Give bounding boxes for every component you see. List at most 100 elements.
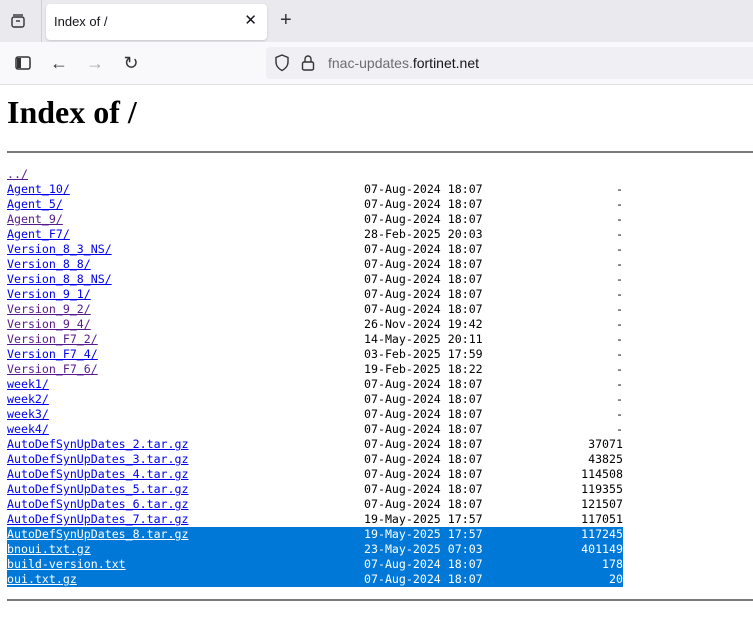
file-link[interactable]: build-version.txt xyxy=(7,557,126,572)
file-link[interactable]: AutoDefSynUpDates_2.tar.gz xyxy=(7,437,188,452)
list-item: AutoDefSynUpDates_5.tar.gz 07-Aug-2024 18… xyxy=(0,482,753,497)
divider xyxy=(7,599,753,601)
file-link[interactable]: Version_9_4/ xyxy=(7,317,91,332)
file-size: - xyxy=(616,272,623,286)
file-link[interactable]: week2/ xyxy=(7,392,49,407)
modified-date: 26-Nov-2024 19:42 xyxy=(364,317,483,331)
page-title: Index of / xyxy=(7,94,137,130)
list-item: week4/07-Aug-2024 18:07 - xyxy=(0,422,753,437)
file-size: 117051 xyxy=(581,512,623,526)
file-size: - xyxy=(616,317,623,331)
tab-active[interactable]: Index of / ✕ xyxy=(46,4,267,40)
list-item: Version_F7_6/19-Feb-2025 18:22 - xyxy=(0,362,753,377)
file-size: 119355 xyxy=(581,482,623,496)
modified-date: 07-Aug-2024 18:07 xyxy=(364,572,483,586)
new-tab-button[interactable]: + xyxy=(280,9,292,32)
file-size: - xyxy=(616,407,623,421)
sidebar-icon[interactable] xyxy=(11,51,35,75)
file-link[interactable]: Version_8_8_NS/ xyxy=(7,272,112,287)
file-link[interactable]: ../ xyxy=(7,167,28,182)
list-item: Agent_10/07-Aug-2024 18:07 - xyxy=(0,182,753,197)
modified-date: 07-Aug-2024 18:07 xyxy=(364,257,483,271)
file-link[interactable]: AutoDefSynUpDates_8.tar.gz xyxy=(7,527,188,542)
file-size: 121507 xyxy=(581,497,623,511)
file-size: - xyxy=(616,197,623,211)
list-item: build-version.txt 07-Aug-2024 18:07 178 xyxy=(0,557,753,572)
file-size: 401149 xyxy=(581,542,623,556)
file-link[interactable]: Agent_5/ xyxy=(7,197,63,212)
file-link[interactable]: Version_F7_6/ xyxy=(7,362,98,377)
file-size: 178 xyxy=(602,557,623,571)
file-size: - xyxy=(616,392,623,406)
tab-bar: Index of / ✕ + xyxy=(0,0,753,42)
reload-button[interactable]: ↻ xyxy=(119,51,143,75)
tab-list-icon[interactable] xyxy=(10,13,26,29)
list-item: Version_8_8/07-Aug-2024 18:07 - xyxy=(0,257,753,272)
file-size: 20 xyxy=(609,572,623,586)
list-item: ../ xyxy=(0,167,753,182)
modified-date: 19-May-2025 17:57 xyxy=(364,527,483,541)
file-size: - xyxy=(616,332,623,346)
file-link[interactable]: AutoDefSynUpDates_7.tar.gz xyxy=(7,512,188,527)
file-link[interactable]: oui.txt.gz xyxy=(7,572,77,587)
file-size: - xyxy=(616,347,623,361)
tab-title: Index of / xyxy=(54,14,108,29)
modified-date: 07-Aug-2024 18:07 xyxy=(364,557,483,571)
file-link[interactable]: Agent_F7/ xyxy=(7,227,70,242)
file-link[interactable]: AutoDefSynUpDates_5.tar.gz xyxy=(7,482,188,497)
list-item: oui.txt.gz 07-Aug-2024 18:07 20 xyxy=(0,572,753,587)
back-button[interactable]: ← xyxy=(47,51,71,75)
address-bar[interactable]: fnac-updates.fortinet.net xyxy=(266,47,753,79)
close-icon[interactable]: ✕ xyxy=(244,11,257,29)
shield-icon[interactable] xyxy=(274,54,290,77)
file-size: - xyxy=(616,257,623,271)
file-link[interactable]: Agent_10/ xyxy=(7,182,70,197)
file-size: 114508 xyxy=(581,467,623,481)
list-item: AutoDefSynUpDates_7.tar.gz 19-May-2025 17… xyxy=(0,512,753,527)
file-size: - xyxy=(616,422,623,436)
file-link[interactable]: AutoDefSynUpDates_4.tar.gz xyxy=(7,467,188,482)
modified-date: 23-May-2025 07:03 xyxy=(364,542,483,556)
file-link[interactable]: AutoDefSynUpDates_3.tar.gz xyxy=(7,452,188,467)
list-item: Version_8_8_NS/07-Aug-2024 18:07 - xyxy=(0,272,753,287)
file-link[interactable]: Version_F7_2/ xyxy=(7,332,98,347)
modified-date: 07-Aug-2024 18:07 xyxy=(364,242,483,256)
list-item: AutoDefSynUpDates_2.tar.gz 07-Aug-2024 18… xyxy=(0,437,753,452)
lock-icon[interactable] xyxy=(301,54,315,77)
modified-date: 07-Aug-2024 18:07 xyxy=(364,467,483,481)
list-item: Version_9_2/07-Aug-2024 18:07 - xyxy=(0,302,753,317)
file-size: - xyxy=(616,182,623,196)
modified-date: 07-Aug-2024 18:07 xyxy=(364,422,483,436)
file-link[interactable]: week3/ xyxy=(7,407,49,422)
file-link[interactable]: Version_8_8/ xyxy=(7,257,91,272)
file-link[interactable]: bnoui.txt.gz xyxy=(7,542,91,557)
file-size: - xyxy=(616,302,623,316)
file-size: - xyxy=(616,212,623,226)
file-link[interactable]: Version_9_1/ xyxy=(7,287,91,302)
modified-date: 07-Aug-2024 18:07 xyxy=(364,437,483,451)
list-item: Version_9_1/07-Aug-2024 18:07 - xyxy=(0,287,753,302)
file-link[interactable]: week4/ xyxy=(7,422,49,437)
modified-date: 07-Aug-2024 18:07 xyxy=(364,182,483,196)
divider xyxy=(41,0,42,42)
file-link[interactable]: AutoDefSynUpDates_6.tar.gz xyxy=(7,497,188,512)
file-size: 117245 xyxy=(581,527,623,541)
list-item: AutoDefSynUpDates_6.tar.gz 07-Aug-2024 18… xyxy=(0,497,753,512)
selection-highlight xyxy=(7,542,623,557)
list-item: week1/07-Aug-2024 18:07 - xyxy=(0,377,753,392)
file-link[interactable]: Agent_9/ xyxy=(7,212,63,227)
modified-date: 07-Aug-2024 18:07 xyxy=(364,392,483,406)
file-size: 37071 xyxy=(588,437,623,451)
modified-date: 07-Aug-2024 18:07 xyxy=(364,197,483,211)
list-item: week2/07-Aug-2024 18:07 - xyxy=(0,392,753,407)
forward-button[interactable]: → xyxy=(83,51,107,75)
list-item: Version_F7_2/14-May-2025 20:11 - xyxy=(0,332,753,347)
file-link[interactable]: week1/ xyxy=(7,377,49,392)
file-link[interactable]: Version_9_2/ xyxy=(7,302,91,317)
file-link[interactable]: Version_F7_4/ xyxy=(7,347,98,362)
file-link[interactable]: Version_8_3_NS/ xyxy=(7,242,112,257)
modified-date: 07-Aug-2024 18:07 xyxy=(364,272,483,286)
modified-date: 07-Aug-2024 18:07 xyxy=(364,497,483,511)
url-text[interactable]: fnac-updates.fortinet.net xyxy=(328,55,479,71)
modified-date: 03-Feb-2025 17:59 xyxy=(364,347,483,361)
